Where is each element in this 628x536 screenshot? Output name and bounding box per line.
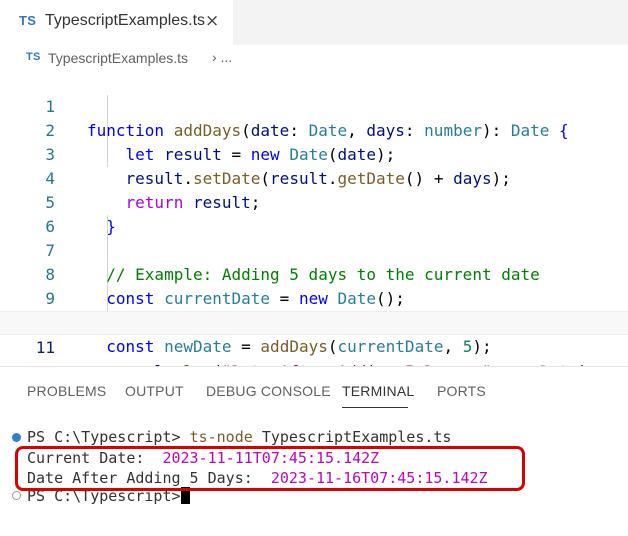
terminal-command: ts-node [189,428,253,446]
editor-tab[interactable]: TS TypescriptExamples.ts × [0,0,233,45]
code-line[interactable]: 7 // Example: Adding 5 days to the curre… [0,215,628,284]
terminal-command-arg: TypescriptExamples.ts [261,428,452,446]
tab-problems[interactable]: PROBLEMS [27,383,106,399]
code-line[interactable]: 4 return result; [0,143,628,212]
highlight-box [15,446,525,491]
tab-terminal[interactable]: TERMINAL [342,383,414,399]
typescript-file-icon: TS [26,51,41,63]
circle-filled-icon[interactable] [12,433,21,442]
breadcrumb-file[interactable]: TypescriptExamples.ts [48,50,188,66]
code-line-active[interactable]: 11 console.log("Date After Adding 5 Days… [0,311,628,381]
code-line[interactable]: 3 result.setDate(result.getDate() + days… [0,119,628,188]
breadcrumb-symbol[interactable]: › ... [212,49,232,65]
terminal-command-line: PS C:\Typescript> ts-node TypescriptExam… [27,427,451,447]
code-line[interactable]: 6 [0,191,628,236]
code-editor[interactable]: 1 function addDays(date: Date, days: num… [0,71,628,381]
tab-debug-console[interactable]: DEBUG CONSOLE [206,383,331,399]
typescript-file-icon: TS [19,13,37,28]
code-line[interactable]: 1 function addDays(date: Date, days: num… [0,71,628,140]
line-number: 11 [35,338,55,357]
circle-outline-icon[interactable] [12,491,21,500]
tab-output[interactable]: OUTPUT [125,383,184,399]
code-line[interactable]: 10 const newDate = addDays(currentDate, … [0,287,628,356]
tab-title[interactable]: TypescriptExamples.ts [45,12,205,30]
code-line[interactable]: 2 let result = new Date(date); [0,95,628,164]
close-icon[interactable]: × [205,11,219,31]
active-tab-indicator [342,407,408,408]
code-line[interactable]: 5 } [0,167,628,236]
breadcrumb: TS TypescriptExamples.ts › ... [0,45,628,71]
terminal-prompt: PS C:\Typescript> [27,428,181,446]
code-line[interactable]: 9 console.log("Current Date: ", currentD… [0,263,628,332]
tab-ports[interactable]: PORTS [437,383,486,399]
line-code: const newDate = addDays(currentDate, 5); [106,337,492,356]
code-line[interactable]: 8 const currentDate = new Date(); [0,239,628,308]
editor-tab-bar: TS TypescriptExamples.ts × [0,0,628,45]
